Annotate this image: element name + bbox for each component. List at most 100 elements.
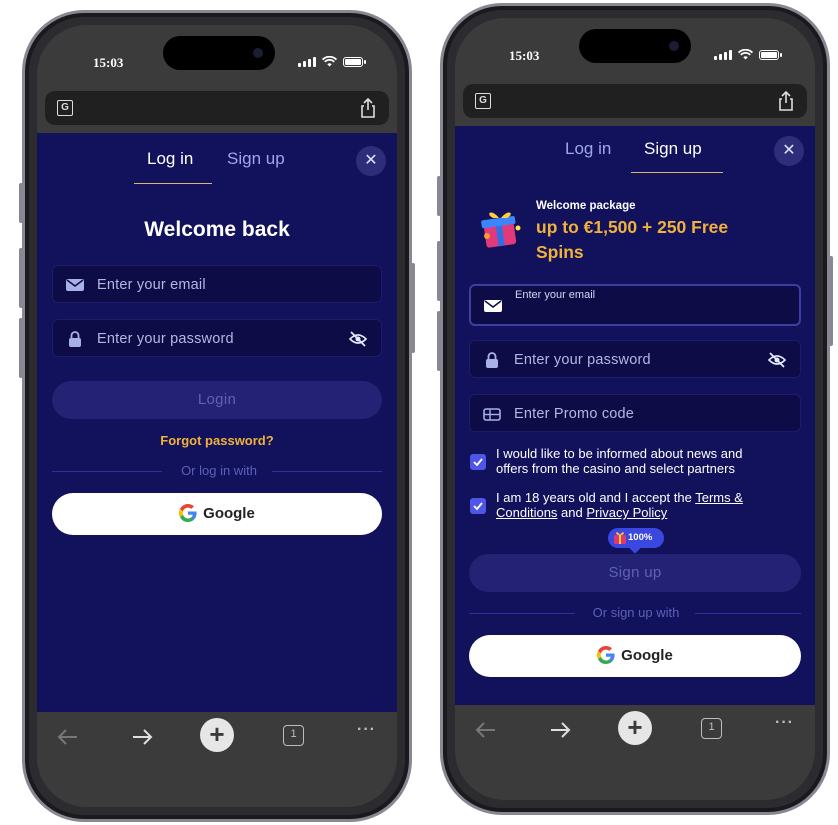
- status-bar: 15:03: [455, 18, 815, 80]
- phone-frame-login: 15:03 G Log in Sign up ✕ Welcome back En…: [19, 10, 415, 822]
- terms-link[interactable]: Conditions: [496, 505, 557, 520]
- dynamic-island: [579, 29, 691, 63]
- google-icon: [597, 645, 615, 664]
- address-bar[interactable]: G: [45, 91, 389, 125]
- battery-icon: [343, 56, 366, 67]
- tabs-button[interactable]: 1: [283, 725, 304, 746]
- divider-label: Or sign up with: [592, 605, 680, 620]
- google-signup-button[interactable]: Google: [469, 635, 801, 677]
- email-placeholder: Enter your email: [97, 277, 206, 293]
- mail-icon: [66, 279, 84, 291]
- side-button: [19, 183, 23, 223]
- plus-icon: +: [209, 719, 225, 749]
- tab-login[interactable]: Log in: [565, 139, 611, 159]
- lock-icon: [69, 331, 81, 347]
- email-field[interactable]: Enter your email: [52, 265, 382, 303]
- status-icons: [298, 56, 366, 67]
- eye-off-icon[interactable]: [767, 350, 787, 370]
- share-icon[interactable]: [359, 98, 377, 118]
- promo-code-field[interactable]: Enter Promo code: [469, 394, 801, 432]
- side-button: [829, 256, 833, 346]
- check-icon: [473, 502, 483, 511]
- divider-line: [272, 471, 382, 472]
- side-button: [437, 241, 441, 301]
- promo-offer: up to €1,500 + 250 Free Spins: [536, 215, 728, 265]
- new-tab-button[interactable]: +: [200, 718, 234, 752]
- tabs-button[interactable]: 1: [701, 718, 722, 739]
- bonus-badge: 100%: [608, 528, 664, 554]
- back-arrow-icon[interactable]: [55, 724, 81, 750]
- auth-tabs: Log in Sign up ✕: [455, 126, 815, 182]
- promo-offer-line: up to €1,500 + 250 Free: [536, 217, 729, 237]
- signal-icon: [298, 56, 316, 67]
- terms-link[interactable]: Terms &: [695, 490, 743, 505]
- browser-toolbar: + 1 ···: [37, 712, 397, 807]
- lock-icon: [486, 352, 498, 368]
- screen: 15:03 G Log in Sign up ✕ Welcome package…: [455, 18, 815, 800]
- bonus-badge-label: 100%: [628, 532, 653, 543]
- tab-login[interactable]: Log in: [147, 149, 193, 169]
- age-consent-checkbox[interactable]: [470, 498, 486, 514]
- google-icon: [179, 503, 197, 522]
- eye-off-icon[interactable]: [348, 329, 368, 349]
- back-arrow-icon[interactable]: [473, 717, 499, 743]
- translate-icon[interactable]: G: [57, 100, 73, 116]
- password-field[interactable]: Enter your password: [52, 319, 382, 357]
- login-button[interactable]: Login: [52, 381, 382, 419]
- check-icon: [473, 458, 483, 467]
- signal-icon: [714, 49, 732, 60]
- promo-offer-line: Spins: [536, 242, 584, 262]
- status-icons: [714, 49, 782, 60]
- password-placeholder: Enter your password: [514, 352, 651, 368]
- page-title: Welcome back: [144, 218, 290, 241]
- tab-signup[interactable]: Sign up: [227, 149, 285, 169]
- forward-arrow-icon[interactable]: [129, 724, 155, 750]
- email-label: Enter your email: [515, 289, 596, 301]
- status-bar: 15:03: [37, 25, 397, 87]
- close-button[interactable]: ✕: [774, 136, 804, 166]
- news-consent-label: I would like to be informed about news a…: [496, 446, 742, 476]
- share-icon[interactable]: [777, 91, 795, 111]
- translate-icon[interactable]: G: [475, 93, 491, 109]
- email-field[interactable]: Enter your email: [469, 284, 801, 326]
- wifi-icon: [738, 49, 753, 60]
- address-bar[interactable]: G: [463, 84, 807, 118]
- privacy-policy-link[interactable]: Privacy Policy: [586, 505, 667, 520]
- google-label: Google: [203, 505, 255, 522]
- side-button: [437, 176, 441, 216]
- forward-arrow-icon[interactable]: [547, 717, 573, 743]
- age-consent-prefix: I am 18 years old and I accept the: [496, 490, 696, 505]
- screen: 15:03 G Log in Sign up ✕ Welcome back En…: [37, 25, 397, 807]
- more-icon[interactable]: ···: [775, 714, 794, 732]
- browser-toolbar: + 1 ···: [455, 705, 815, 800]
- age-consent-label: I am 18 years old and I accept the Terms…: [496, 490, 743, 520]
- new-tab-button[interactable]: +: [618, 711, 652, 745]
- close-button[interactable]: ✕: [356, 146, 386, 176]
- google-label: Google: [621, 647, 673, 664]
- promo-placeholder: Enter Promo code: [514, 406, 635, 422]
- signup-button[interactable]: Sign up: [469, 554, 801, 592]
- divider-label: Or log in with: [181, 463, 257, 478]
- password-field[interactable]: Enter your password: [469, 340, 801, 378]
- password-placeholder: Enter your password: [97, 331, 234, 347]
- news-consent-line: offers from the casino and select partne…: [496, 461, 735, 476]
- status-time: 15:03: [93, 55, 124, 70]
- divider-line: [695, 613, 801, 614]
- active-tab-indicator: [631, 172, 723, 173]
- signup-page: Log in Sign up ✕ Welcome package up to €…: [455, 126, 815, 732]
- close-icon: ✕: [364, 152, 378, 169]
- forgot-password-link[interactable]: Forgot password?: [37, 433, 397, 448]
- more-icon[interactable]: ···: [357, 721, 376, 739]
- divider-line: [52, 471, 162, 472]
- wifi-icon: [322, 56, 337, 67]
- news-consent-checkbox[interactable]: [470, 454, 486, 470]
- gift-box-icon: [481, 212, 521, 248]
- tab-signup[interactable]: Sign up: [644, 139, 702, 159]
- login-page: Log in Sign up ✕ Welcome back Enter your…: [37, 133, 397, 739]
- age-consent-and: and: [557, 505, 587, 520]
- google-login-button[interactable]: Google: [52, 493, 382, 535]
- gift-icon: [614, 532, 626, 544]
- mail-icon: [484, 300, 502, 312]
- side-button: [19, 318, 23, 378]
- close-icon: ✕: [782, 142, 796, 159]
